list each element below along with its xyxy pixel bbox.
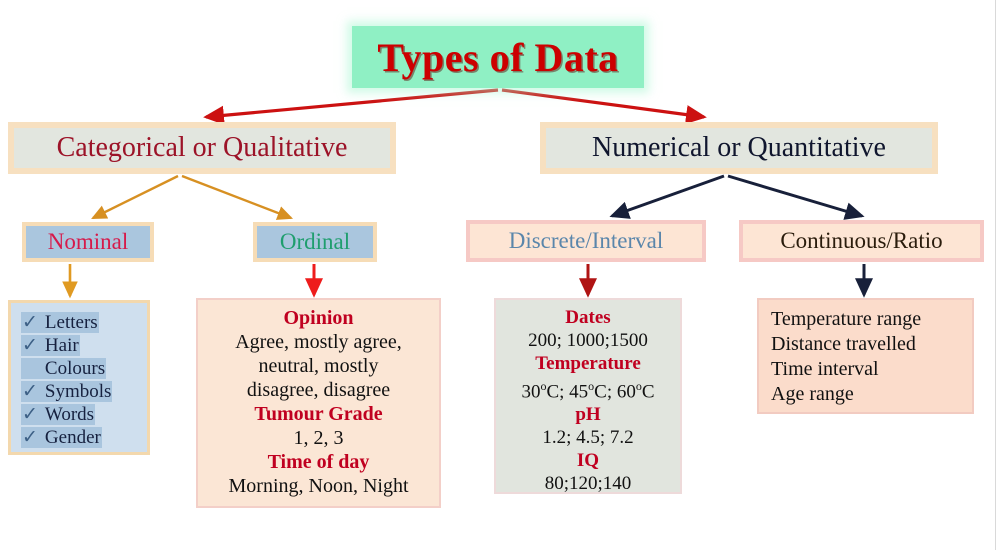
nominal-list-item: ✓ Symbols xyxy=(21,380,141,403)
nominal-item-label: Gender xyxy=(44,427,101,448)
node-nominal[interactable]: Nominal xyxy=(22,222,154,262)
check-icon: ✓ xyxy=(22,312,38,333)
discrete-category-header: Dates xyxy=(565,307,611,328)
arrow-categorical-to-nominal xyxy=(91,174,179,220)
nominal-list-item: ✓ Words xyxy=(21,403,141,426)
node-nominal-label: Nominal xyxy=(47,229,129,254)
arrow-numerical-to-discrete xyxy=(609,174,725,219)
discrete-category-values: 30oC; 45oC; 60oC xyxy=(521,379,655,403)
node-discrete-label: Discrete/Interval xyxy=(508,228,664,253)
nominal-item-label: Words xyxy=(44,404,95,425)
nominal-list-item: ✓ Gender xyxy=(21,426,141,449)
arrow-categorical-to-ordinal xyxy=(181,174,294,220)
ordinal-examples-box: Opinion Agree, mostly agree, neutral, most… xyxy=(196,298,441,508)
node-continuous-label: Continuous/Ratio xyxy=(780,228,943,253)
node-categorical-label: Categorical or Qualitative xyxy=(56,132,348,163)
ordinal-category-header: Opinion xyxy=(283,307,354,329)
discrete-category-values: 200; 1000;1500 xyxy=(528,330,648,351)
check-icon: ✓ xyxy=(22,427,38,448)
check-icon: ✓ xyxy=(22,381,38,402)
discrete-category-header: IQ xyxy=(576,450,600,472)
discrete-category-header: pH xyxy=(575,404,601,426)
ordinal-category-values: Agree, mostly agree, xyxy=(235,331,402,353)
node-continuous-ratio[interactable]: Continuous/Ratio xyxy=(739,220,984,262)
nominal-item-label: Letters xyxy=(44,312,98,333)
diagram-title: Types of Data xyxy=(352,26,644,88)
ordinal-category-header: Tumour Grade xyxy=(254,403,383,425)
nominal-item-label: Colours xyxy=(44,358,106,379)
nominal-list-item: ✓ Hair xyxy=(21,334,141,357)
discrete-category-values: 1.2; 4.5; 7.2 xyxy=(542,427,634,449)
discrete-examples-box: Dates 200; 1000;1500 Temperature 30oC; 45oC… xyxy=(494,298,682,494)
check-icon: ✓ xyxy=(22,404,38,425)
ordinal-category-header: Time of day xyxy=(267,451,370,473)
discrete-category-values: 80;120;140 xyxy=(544,473,632,495)
diagram-title-text: Types of Data xyxy=(377,34,619,80)
check-icon: ✓ xyxy=(22,335,38,356)
node-ordinal-label: Ordinal xyxy=(279,229,351,254)
nominal-item-label: Hair xyxy=(44,335,79,356)
node-categorical-qualitative[interactable]: Categorical or Qualitative xyxy=(8,122,396,174)
arrow-title-to-categorical xyxy=(203,88,499,125)
diagram-canvas: Types of Data Categorical or Qualitative… xyxy=(0,0,1000,550)
continuous-example-line: Age range xyxy=(771,383,854,405)
arrow-title-to-numerical xyxy=(501,88,707,125)
nominal-list-item: ✓Colours xyxy=(21,357,141,380)
nominal-list-item: ✓ Letters xyxy=(21,311,141,334)
discrete-category-header: Temperature xyxy=(535,353,641,374)
nominal-item-label: Symbols xyxy=(44,381,112,402)
continuous-example-line: Temperature range xyxy=(771,308,922,330)
arrow-numerical-to-continuous xyxy=(727,174,865,220)
continuous-example-line: Time interval xyxy=(771,358,879,380)
continuous-examples-box: Temperature range Distance travelled Time … xyxy=(757,298,974,414)
node-ordinal[interactable]: Ordinal xyxy=(253,222,377,262)
ordinal-category-values: neutral, mostly xyxy=(258,355,379,377)
ordinal-category-values: disagree, disagree xyxy=(246,379,391,401)
ordinal-category-values: 1, 2, 3 xyxy=(293,427,344,449)
nominal-examples-box: ✓Letters✓Hair✓Colours✓Symbols✓Words✓Gend… xyxy=(8,300,150,455)
node-discrete-interval[interactable]: Discrete/Interval xyxy=(466,220,706,262)
nominal-example-list: ✓Letters✓Hair✓Colours✓Symbols✓Words✓Gend… xyxy=(21,311,141,449)
slide-right-edge xyxy=(995,0,996,550)
continuous-example-line: Distance travelled xyxy=(771,333,916,355)
ordinal-category-values: Morning, Noon, Night xyxy=(228,475,409,497)
node-numerical-quantitative[interactable]: Numerical or Quantitative xyxy=(540,122,938,174)
node-numerical-label: Numerical or Quantitative xyxy=(592,132,886,163)
